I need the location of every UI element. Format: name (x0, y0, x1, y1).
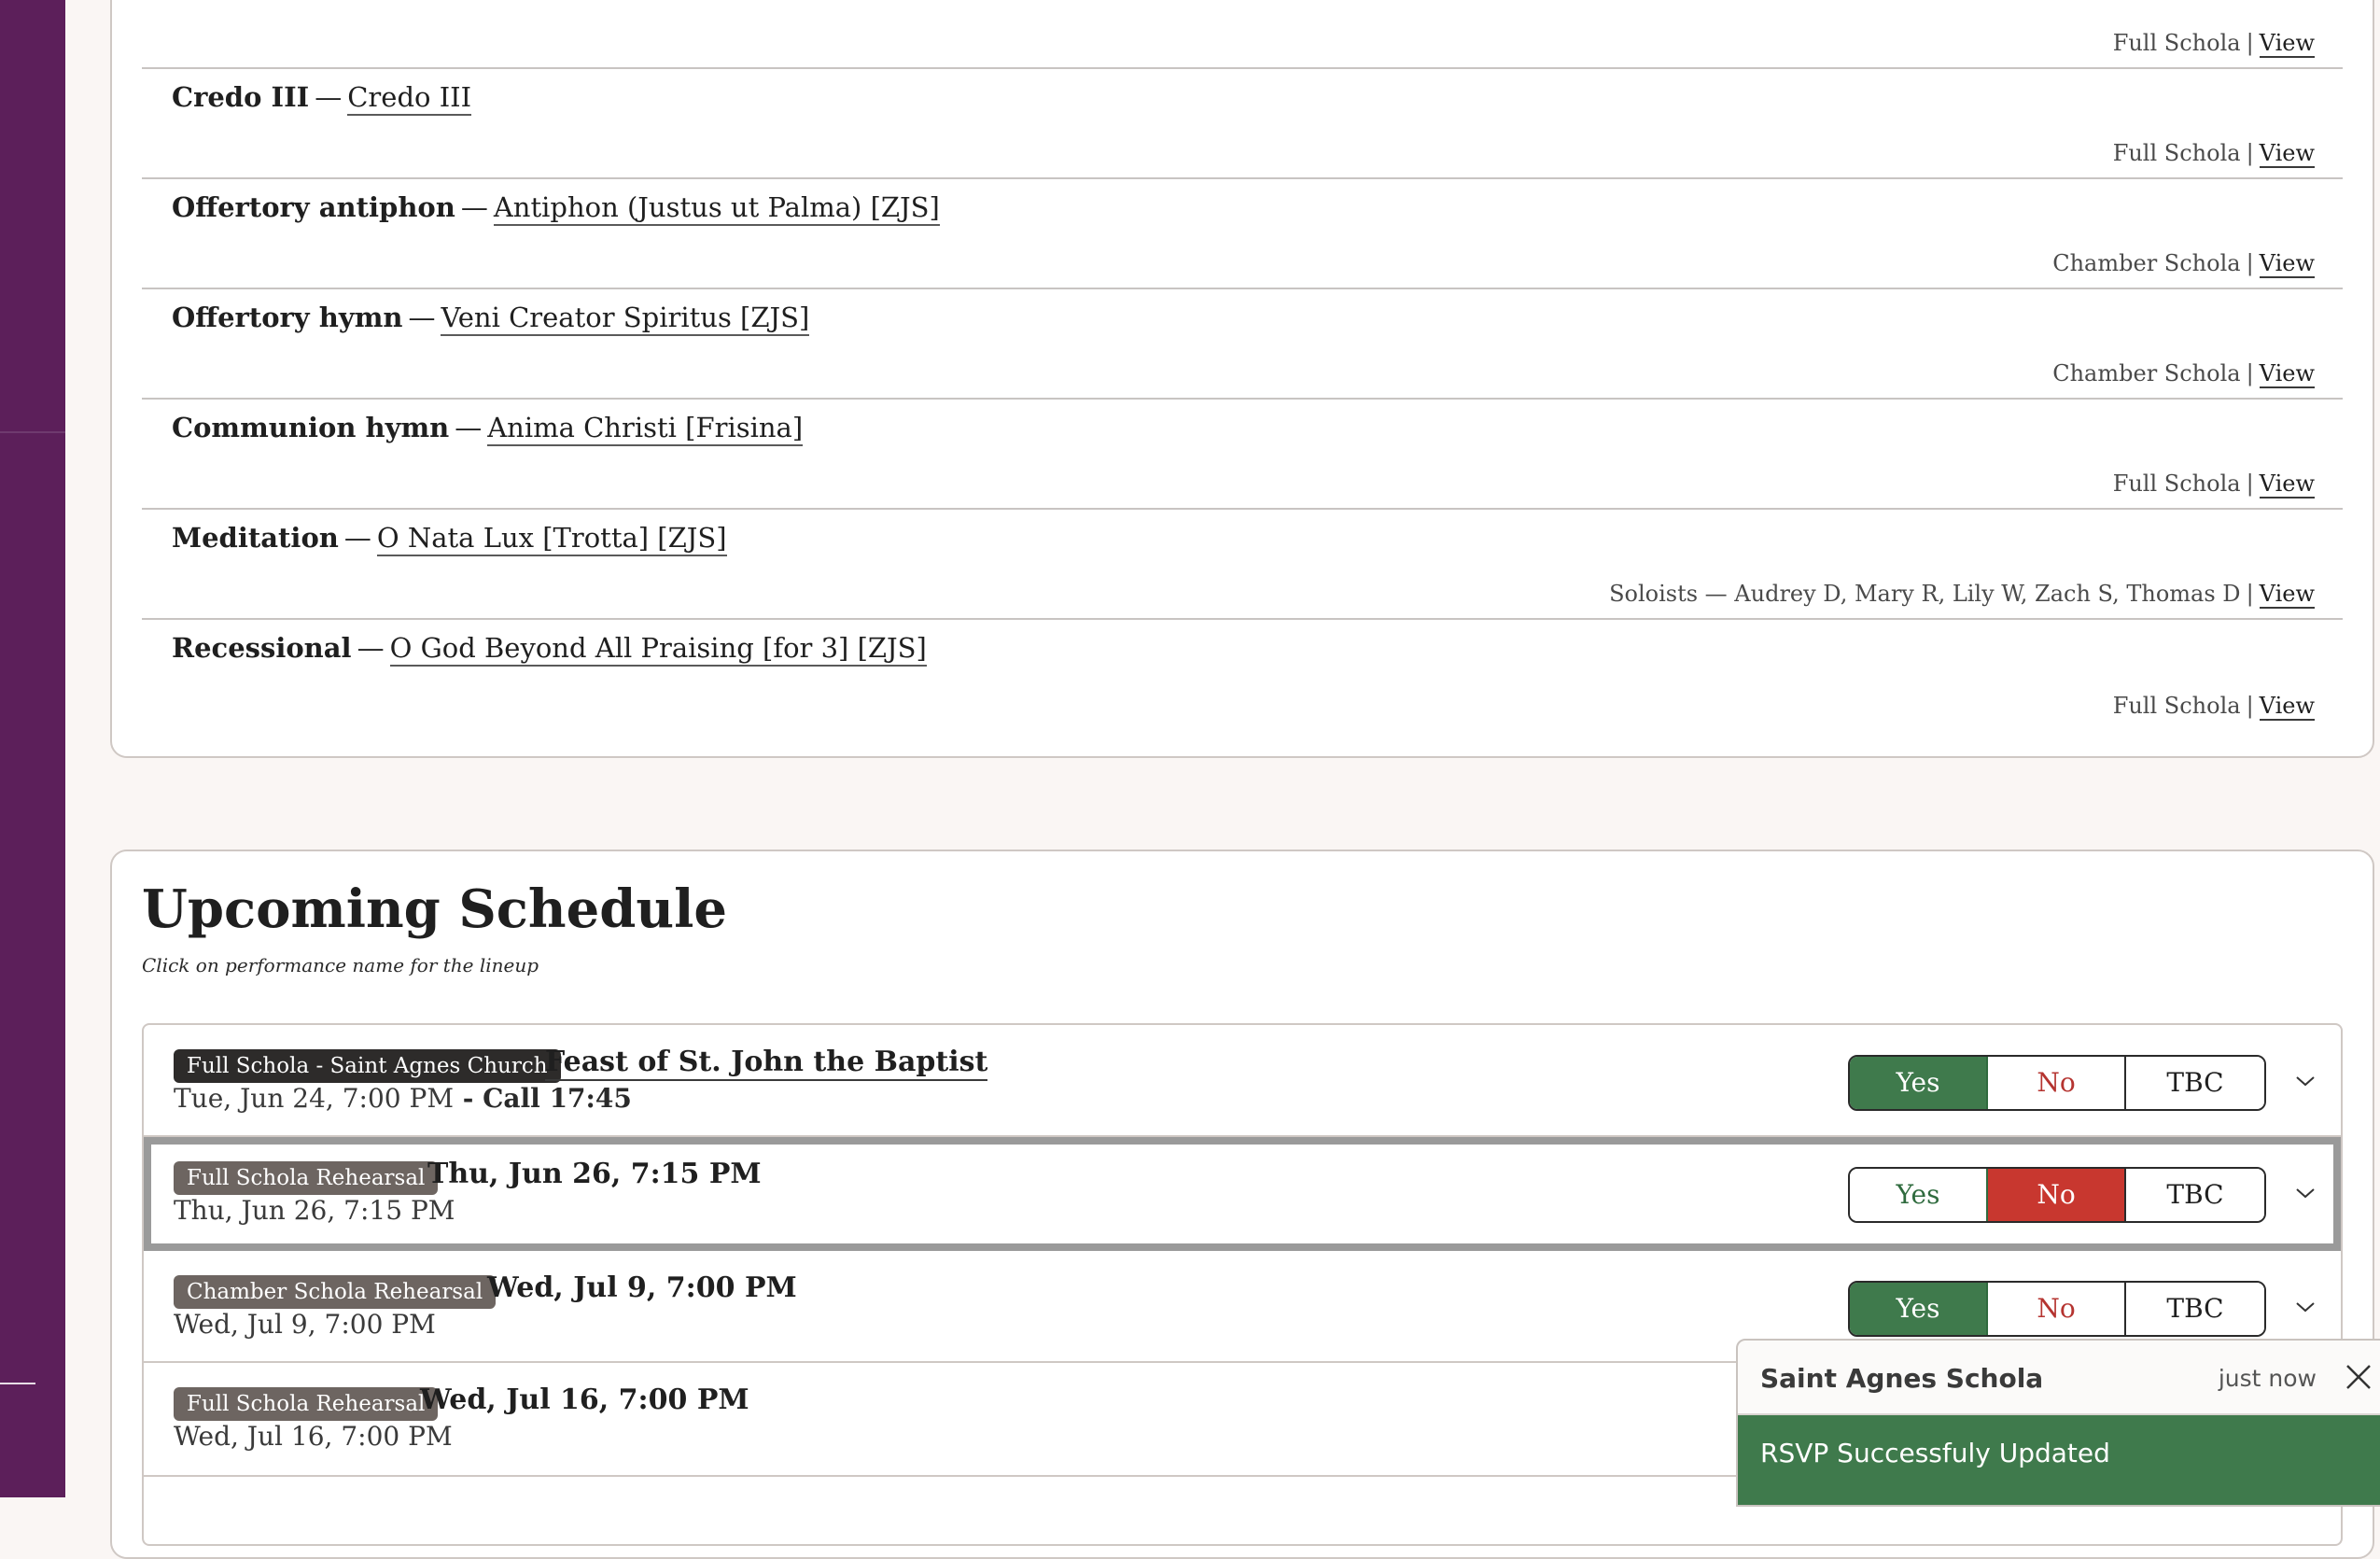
program-row-title: Credo III — Credo III (172, 78, 472, 116)
program-row-title: Recessional — O God Beyond All Praising [f… (172, 629, 927, 667)
toast-header: Saint Agnes Schola just now (1738, 1341, 2380, 1415)
program-row-title: Communion hymn — Anima Christi [Frisina] (172, 409, 804, 446)
program-row: Offertory hymn — Veni Creator Spiritus [ZJ… (142, 289, 2343, 400)
event-date: Wed, Jul 16, 7:00 PM (174, 1421, 453, 1452)
ensemble-label: Chamber Schola (2052, 360, 2241, 386)
schedule-hint: Click on performance name for the lineup (142, 954, 539, 976)
event-title-link[interactable]: Thu, Jun 26, 7:15 PM (427, 1158, 762, 1190)
piece-link[interactable]: O Nata Lux [Trotta] [ZJS] (376, 522, 727, 556)
liturgy-section: Offertory antiphon (172, 191, 455, 223)
event-date: Wed, Jul 9, 7:00 PM (174, 1309, 436, 1340)
event-badge: Full Schola Rehearsal (174, 1161, 439, 1195)
rsvp-group: Yes No TBC (1848, 1055, 2266, 1111)
view-link[interactable]: View (2259, 581, 2315, 609)
piece-link[interactable]: Antiphon (Justus ut Palma) [ZJS] (493, 191, 940, 226)
program-row: Offertory antiphon — Antiphon (Justus ut P… (142, 179, 2343, 289)
piece-link[interactable]: Anima Christi [Frisina] (487, 412, 804, 446)
liturgy-section: Communion hymn (172, 412, 450, 443)
event-date: Tue, Jun 24, 7:00 PM - Call 17:45 (174, 1083, 632, 1114)
event-row: Full Schola Rehearsal Thu, Jun 26, 7:15 … (144, 1137, 2341, 1251)
view-link[interactable]: View (2259, 250, 2315, 278)
piece-link[interactable]: Veni Creator Spiritus [ZJS] (441, 302, 810, 336)
call-time: - Call 17:45 (454, 1083, 632, 1114)
sidebar-divider (0, 1383, 35, 1384)
program-row-meta: Full Schola | View (2112, 471, 2315, 499)
view-link[interactable]: View (2259, 140, 2315, 168)
event-row: Full Schola - Saint Agnes Church Feast o… (144, 1025, 2341, 1137)
view-link[interactable]: View (2259, 360, 2315, 388)
piece-link[interactable]: O God Beyond All Praising [for 3] [ZJS] (389, 632, 927, 667)
event-title-link[interactable]: Feast of St. John the Baptist (545, 1046, 988, 1081)
event-badge: Chamber Schola Rehearsal (174, 1275, 497, 1309)
program-row-meta: Full Schola | View (2112, 140, 2315, 168)
ensemble-label: Soloists — Audrey D, Mary R, Lily W, Zac… (1609, 581, 2241, 607)
toast-message: RSVP Successfuly Updated (1738, 1415, 2380, 1505)
rsvp-group: Yes No TBC (1848, 1281, 2266, 1337)
event-title-link[interactable]: Wed, Jul 16, 7:00 PM (420, 1383, 749, 1416)
rsvp-no-button[interactable]: No (1988, 1057, 2126, 1109)
rsvp-tbc-button[interactable]: TBC (2126, 1283, 2264, 1335)
program-row: Meditation — O Nata Lux [Trotta] [ZJS] Sol… (142, 510, 2343, 620)
liturgy-section: Meditation (172, 522, 339, 554)
toast-app-name: Saint Agnes Schola (1760, 1363, 2044, 1394)
program-row-meta: Soloists — Audrey D, Mary R, Lily W, Zac… (1609, 581, 2315, 609)
event-badge: Full Schola Rehearsal (174, 1387, 439, 1421)
program-row: Communion hymn — Anima Christi [Frisina] F… (142, 400, 2343, 510)
program-row-meta: Chamber Schola | View (2052, 360, 2315, 388)
liturgy-section: Recessional (172, 632, 352, 664)
program-row-meta: Full Schola | View (2112, 693, 2315, 721)
chevron-down-icon[interactable] (2294, 1182, 2317, 1204)
rsvp-no-button[interactable]: No (1988, 1169, 2126, 1221)
view-link[interactable]: View (2259, 471, 2315, 499)
program-row-title: Offertory antiphon — Antiphon (Justus ut P… (172, 189, 940, 226)
program-row-title: Offertory hymn — Veni Creator Spiritus [ZJ… (172, 299, 810, 336)
view-link[interactable]: View (2259, 30, 2315, 58)
event-badge: Full Schola - Saint Agnes Church (174, 1049, 561, 1083)
piece-link[interactable]: Credo III (347, 81, 472, 116)
event-title-link[interactable]: Wed, Jul 9, 7:00 PM (487, 1271, 797, 1304)
program-row-title: Meditation — O Nata Lux [Trotta] [ZJS] (172, 519, 727, 556)
rsvp-group: Yes No TBC (1848, 1167, 2266, 1223)
ensemble-label: Full Schola (2112, 471, 2241, 497)
toast-timestamp: just now (2218, 1365, 2317, 1392)
liturgy-section: Credo III (172, 81, 310, 113)
program-row: Full Schola | View (142, 0, 2343, 69)
program-row-meta: Chamber Schola | View (2052, 250, 2315, 278)
rsvp-tbc-button[interactable]: TBC (2126, 1169, 2264, 1221)
program-row: Credo III — Credo III Full Schola | View (142, 69, 2343, 179)
page-title: Upcoming Schedule (142, 878, 727, 940)
ensemble-label: Full Schola (2112, 30, 2241, 56)
ensemble-label: Full Schola (2112, 693, 2241, 719)
rsvp-yes-button[interactable]: Yes (1850, 1057, 1988, 1109)
notification-toast: Saint Agnes Schola just now RSVP Success… (1736, 1339, 2380, 1507)
rsvp-tbc-button[interactable]: TBC (2126, 1057, 2264, 1109)
view-link[interactable]: View (2259, 693, 2315, 721)
ensemble-label: Full Schola (2112, 140, 2241, 166)
ensemble-label: Chamber Schola (2052, 250, 2241, 276)
rsvp-no-button[interactable]: No (1988, 1283, 2126, 1335)
event-date: Thu, Jun 26, 7:15 PM (174, 1195, 455, 1226)
sidebar-divider (0, 431, 65, 433)
chevron-down-icon[interactable] (2294, 1070, 2317, 1092)
sidebar (0, 0, 65, 1497)
program-row: Recessional — O God Beyond All Praising [f… (142, 620, 2343, 730)
program-row-meta: Full Schola | View (2112, 30, 2315, 58)
close-icon[interactable] (2343, 1361, 2374, 1393)
chevron-down-icon[interactable] (2294, 1296, 2317, 1318)
rsvp-yes-button[interactable]: Yes (1850, 1283, 1988, 1335)
rsvp-yes-button[interactable]: Yes (1850, 1169, 1988, 1221)
liturgy-section: Offertory hymn (172, 302, 403, 333)
